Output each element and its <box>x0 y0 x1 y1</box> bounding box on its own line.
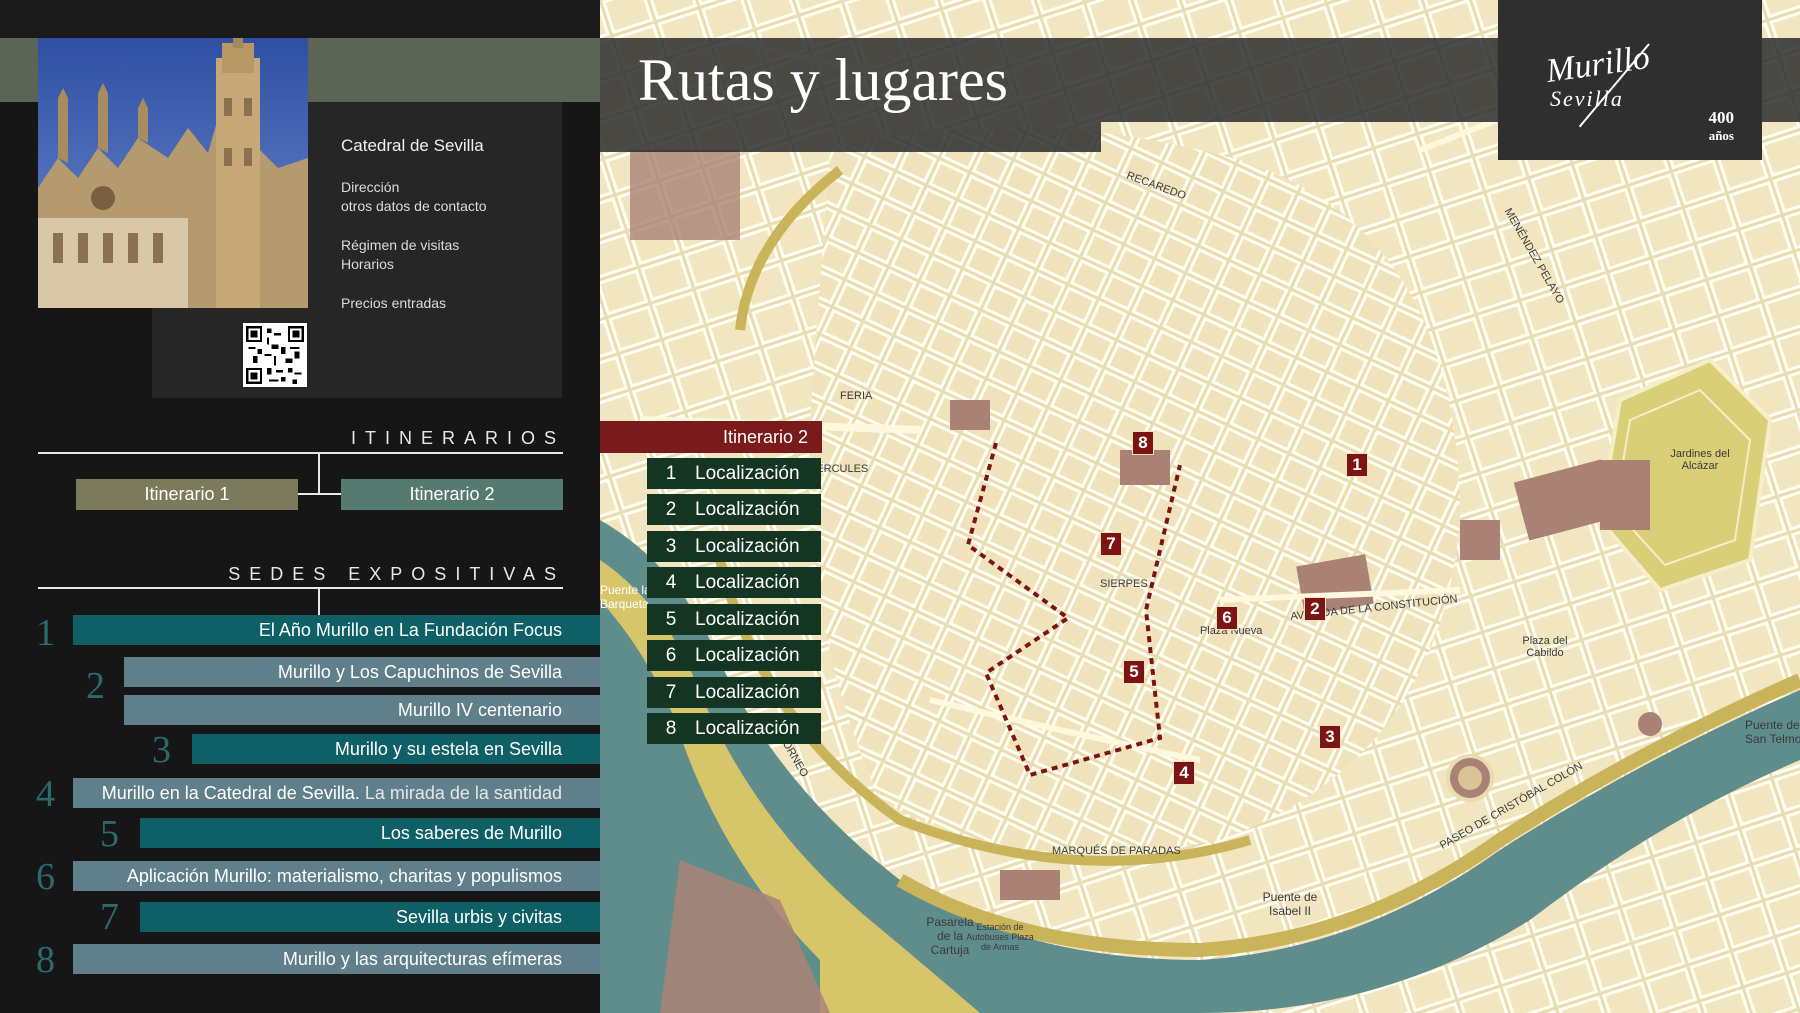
location-button-1[interactable]: 1 Localización <box>647 458 821 489</box>
logo-anniversary-unit: años <box>1708 128 1734 143</box>
label-feria: FERIA <box>840 390 873 402</box>
info-address: Dirección <box>341 179 400 195</box>
route-marker-6[interactable]: 6 <box>1216 606 1238 630</box>
sede-item-7[interactable]: Sevilla urbis y civitas <box>140 902 600 932</box>
location-num: 3 <box>665 535 677 557</box>
sede-item-8[interactable]: Murillo y las arquitecturas efímeras <box>73 944 600 974</box>
sede-item-3[interactable]: Murillo y su estela en Sevilla <box>192 734 600 764</box>
location-num: 6 <box>665 644 677 666</box>
active-itinerary-tag: Itinerario 2 <box>600 421 822 453</box>
location-label: Localización <box>695 462 800 484</box>
location-label: Localización <box>695 535 800 557</box>
itinerarios-connector <box>318 452 320 494</box>
location-num: 1 <box>665 462 677 484</box>
location-button-3[interactable]: 3 Localización <box>647 531 821 562</box>
logo-city: Sevilla <box>1550 86 1624 111</box>
cathedral-photo <box>38 38 308 308</box>
title-band-extension <box>600 122 1101 152</box>
itinerarios-header: ITINERARIOS <box>350 428 565 448</box>
location-num: 7 <box>665 681 677 703</box>
label-marques: MARQUÉS DE PARADAS <box>1052 845 1181 857</box>
route-marker-8[interactable]: 8 <box>1132 431 1154 455</box>
murillo-logo: Murillo Sevilla 400 años <box>1498 0 1762 160</box>
label-estacion: Estación de Autobuses Plaza de Armas <box>966 922 1034 952</box>
location-label: Localización <box>695 571 800 593</box>
route-marker-5[interactable]: 5 <box>1123 660 1145 684</box>
sede-number-4: 4 <box>36 773 55 815</box>
location-button-2[interactable]: 2 Localización <box>647 494 821 525</box>
sede-item-4-title: Murillo en la Catedral de Sevilla. <box>101 782 360 803</box>
location-label: Localización <box>695 608 800 630</box>
sede-number-2: 2 <box>86 665 105 707</box>
route-marker-2[interactable]: 2 <box>1304 597 1326 621</box>
info-contact: otros datos de contacto <box>341 198 487 214</box>
info-title: Catedral de Sevilla <box>341 136 484 155</box>
sede-number-7: 7 <box>100 896 119 938</box>
label-plaza-cabildo: Plaza del Cabildo <box>1522 635 1568 659</box>
label-sierpes: SIERPES <box>1100 578 1148 590</box>
info-hours: Horarios <box>341 256 394 272</box>
location-label: Localización <box>695 717 800 739</box>
page-title: Rutas y lugares <box>638 47 1008 113</box>
sede-item-6[interactable]: Aplicación Murillo: materialismo, charit… <box>73 861 600 891</box>
sede-number-3: 3 <box>152 729 171 771</box>
itinerarios-rule <box>38 452 563 454</box>
sede-number-8: 8 <box>36 939 55 981</box>
qr-code[interactable] <box>243 323 307 387</box>
location-button-6[interactable]: 6 Localización <box>647 640 821 671</box>
logo-anniversary-number: 400 <box>1708 108 1735 127</box>
sedes-connector <box>318 587 320 615</box>
info-prices: Precios entradas <box>341 295 447 311</box>
label-jardines: Jardines del Alcázar <box>1670 448 1730 472</box>
sedes-rule <box>38 587 563 589</box>
route-marker-1[interactable]: 1 <box>1346 453 1368 477</box>
label-puente-isabel: Puente de Isabel II <box>1262 890 1318 918</box>
sede-number-5: 5 <box>100 813 119 855</box>
location-num: 2 <box>665 498 677 520</box>
location-label: Localización <box>695 498 800 520</box>
location-button-4[interactable]: 4 Localización <box>647 567 821 598</box>
left-panel: Catedral de Sevilla Dirección otros dato… <box>0 0 600 1013</box>
location-num: 4 <box>665 571 677 593</box>
route-marker-7[interactable]: 7 <box>1100 532 1122 556</box>
location-label: Localización <box>695 681 800 703</box>
sede-item-2a[interactable]: Murillo y Los Capuchinos de Sevilla <box>124 657 600 687</box>
left-top-strip <box>0 0 600 38</box>
info-visits: Régimen de visitas <box>341 237 460 253</box>
sede-item-5[interactable]: Los saberes de Murillo <box>140 818 600 848</box>
sede-item-1[interactable]: El Año Murillo en La Fundación Focus <box>73 615 600 645</box>
route-marker-3[interactable]: 3 <box>1319 725 1341 749</box>
location-label: Localización <box>695 644 800 666</box>
itinerario-2-button[interactable]: Itinerario 2 <box>341 479 563 510</box>
sede-item-4[interactable]: Murillo en la Catedral de Sevilla. La mi… <box>73 778 600 808</box>
location-num: 5 <box>665 608 677 630</box>
itinerarios-connector-h <box>298 493 341 495</box>
sede-item-2b[interactable]: Murillo IV centenario <box>124 695 600 725</box>
location-button-8[interactable]: 8 Localización <box>647 713 821 744</box>
logo-signature: Murillo <box>1543 38 1652 91</box>
location-button-7[interactable]: 7 Localización <box>647 677 821 708</box>
itinerario-1-button[interactable]: Itinerario 1 <box>76 479 298 510</box>
location-num: 8 <box>665 717 677 739</box>
location-button-5[interactable]: 5 Localización <box>647 604 821 635</box>
route-marker-4[interactable]: 4 <box>1173 761 1195 785</box>
sede-number-6: 6 <box>36 856 55 898</box>
sede-item-4-subtitle: La mirada de la santidad <box>364 782 562 803</box>
sede-number-1: 1 <box>36 612 55 654</box>
label-puente-telmo: Puente de San Telmo <box>1745 718 1800 746</box>
sedes-header: SEDES EXPOSITIVAS <box>228 564 565 584</box>
